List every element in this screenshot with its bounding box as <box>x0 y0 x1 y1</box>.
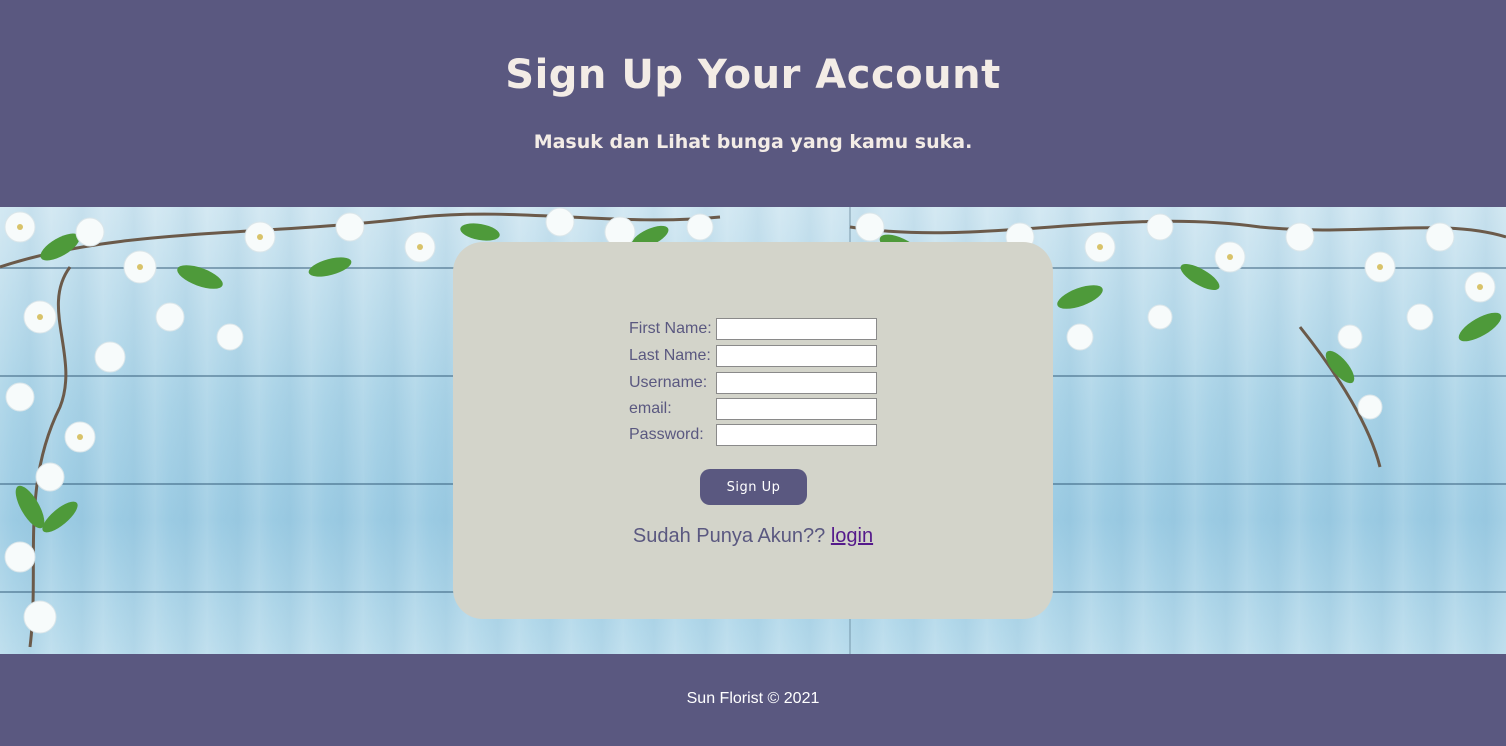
first-name-field[interactable] <box>716 318 877 340</box>
username-field[interactable] <box>716 372 877 394</box>
first-name-label: First Name: <box>629 320 712 337</box>
hero-background: First Name: Last Name: Username: email: … <box>0 207 1506 654</box>
last-name-label: Last Name: <box>629 347 711 364</box>
email-field[interactable] <box>716 398 877 420</box>
signup-card: First Name: Last Name: Username: email: … <box>453 242 1053 619</box>
footer-copyright: Sun Florist © 2021 <box>686 690 820 707</box>
account-prompt-text: Sudah Punya Akun?? <box>632 525 826 547</box>
page-footer: Sun Florist © 2021 <box>0 654 1506 746</box>
page-title: Sign Up Your Account <box>505 52 1001 98</box>
last-name-field[interactable] <box>716 345 877 367</box>
username-label: Username: <box>629 374 708 391</box>
login-link[interactable]: login <box>831 525 873 547</box>
page-header: Sign Up Your Account Masuk dan Lihat bun… <box>0 0 1506 207</box>
email-label: email: <box>629 400 672 417</box>
account-prompt: Sudah Punya Akun?? login <box>453 525 1053 548</box>
signup-button[interactable]: Sign Up <box>700 469 807 505</box>
page-subtitle: Masuk dan Lihat bunga yang kamu suka. <box>533 131 973 153</box>
password-field[interactable] <box>716 424 877 446</box>
password-label: Password: <box>629 426 704 443</box>
